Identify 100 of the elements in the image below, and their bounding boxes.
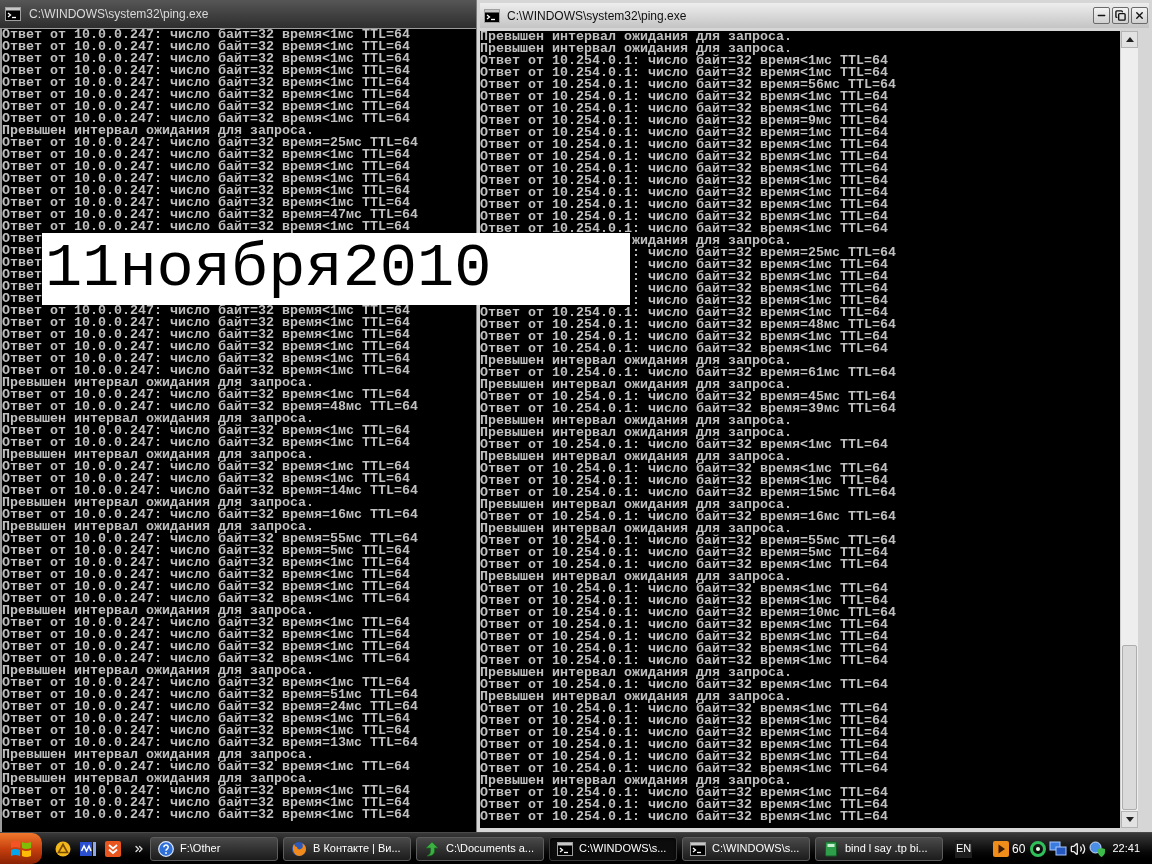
- help-icon: [158, 840, 174, 857]
- taskbar-button[interactable]: C:\WINDOWS\s...: [549, 836, 677, 861]
- console-line: Ответ от 10.254.0.1: число байт=32 время=16мс TTL=64: [480, 511, 896, 523]
- console-line: Ответ от 10.0.0.247: число байт=32 время<1мс TTL=64: [2, 305, 410, 317]
- console-line: Ответ от 10.254.0.1: число байт=32 время<1мс TTL=64: [480, 103, 888, 115]
- console-line: Превышен интервал ожидания для запроса.: [480, 355, 792, 367]
- console-line: Ответ от 10.0.0.247: число байт=32 время<1мс TTL=64: [2, 761, 410, 773]
- console-line: Ответ от 10.254.0.1: число байт=32 время<1мс TTL=64: [480, 139, 888, 151]
- console-line: Ответ от 10.254.0.1: число байт=32 время<1мс TTL=64: [480, 199, 888, 211]
- console-line: Превышен интервал ожидания для запроса.: [2, 449, 314, 461]
- console-line: Ответ от 10.254.0.1: число байт=32 время=61мс TTL=64: [480, 367, 896, 379]
- console-line: Ответ от 10.254.0.1: число байт=32 время=15мс TTL=64: [480, 487, 896, 499]
- console-line: Ответ от 10.254.0.1: число байт=32 время=39мс TTL=64: [480, 403, 896, 415]
- console-line: Ответ от 10.0.0.247: число байт=32 время<1мс TTL=64: [2, 629, 410, 641]
- console-line: Ответ от 10.254.0.1: число байт=32 время=5мс TTL=64: [480, 547, 888, 559]
- scrollbar[interactable]: [1120, 31, 1138, 828]
- console-line: Ответ от 10.254.0.1: число байт=32 время<1мс TTL=64: [480, 163, 888, 175]
- console-line: Ответ от 10.254.0.1: число байт=32 время<1мс TTL=64: [480, 559, 888, 571]
- console-line: Ответ от 10.254.0.1: число байт=32 время<1мс TTL=64: [480, 799, 888, 811]
- caret-up-icon: [1125, 37, 1134, 42]
- console-line: Превышен интервал ожидания для запроса.: [480, 31, 792, 43]
- console-line: Ответ от 10.0.0.247: число байт=32 время=5мс TTL=64: [2, 545, 410, 557]
- console-line: Ответ от 10.254.0.1: число байт=32 время<1мс TTL=64: [480, 331, 888, 343]
- console-line: Ответ от 10.254.0.1: число байт=32 время<1мс TTL=64: [480, 91, 888, 103]
- title-bar[interactable]: C:\WINDOWS\system32\ping.exe: [480, 3, 1149, 28]
- console-line: Ответ от 10.0.0.247: число байт=32 время<1мс TTL=64: [2, 221, 410, 233]
- console-line: Ответ от 10.0.0.247: число байт=32 время<1мс TTL=64: [2, 809, 410, 821]
- tray-reading: 60: [1012, 840, 1026, 858]
- console-line: Ответ от 10.254.0.1: число байт=32 время<1мс TTL=64: [480, 715, 888, 727]
- console-line: Ответ от 10.0.0.247: число байт=32 время=25мс TTL=64: [2, 137, 418, 149]
- console-line: Ответ от 10.254.0.1: число байт=32 время<1мс TTL=64: [480, 751, 888, 763]
- console-line: Ответ от 10.254.0.1: число байт=32 время<1мс TTL=64: [480, 787, 888, 799]
- monitors-icon[interactable]: [1049, 840, 1068, 857]
- scroll-down-button[interactable]: [1121, 811, 1138, 828]
- notebook-icon: [823, 840, 839, 857]
- start-button[interactable]: [0, 833, 42, 864]
- console-line: Ответ от 10.0.0.247: число байт=32 время<1мс TTL=64: [2, 593, 410, 605]
- console-line: Превышен интервал ожидания для запроса.: [480, 523, 792, 535]
- console-line: Ответ от 10.0.0.247: число байт=32 время<1мс TTL=64: [2, 113, 410, 125]
- console-line: Ответ от 10.0.0.247: число байт=32 время=13мс TTL=64: [2, 737, 418, 749]
- console-line: : число байт=32 время<1мс TTL=64: [631, 259, 888, 271]
- console-line: Ответ: [2, 293, 42, 305]
- console-line: Ответ: [2, 269, 42, 281]
- console-line: Ответ от 10.0.0.247: число байт=32 время<1мс TTL=64: [2, 569, 410, 581]
- console-line: : число байт=32 время<1мс TTL=64: [631, 295, 888, 307]
- zigzag-icon[interactable]: [80, 840, 96, 857]
- language-button[interactable]: EN: [955, 839, 973, 858]
- volume-icon[interactable]: [1070, 840, 1087, 857]
- taskbar-button[interactable]: В Контакте | Ви...: [283, 836, 411, 861]
- minimize-button[interactable]: [1093, 7, 1110, 24]
- ring-icon[interactable]: [1030, 840, 1047, 857]
- globe-icon: [291, 840, 307, 857]
- restore-button[interactable]: [1112, 7, 1129, 24]
- console-line: Превышен интервал ожидания для запроса.: [480, 667, 792, 679]
- console-line: Ответ от 10.0.0.247: число байт=32 время<1мс TTL=64: [2, 317, 410, 329]
- console-line: Ответ: [2, 233, 42, 245]
- taskbar-button[interactable]: C:\WINDOWS\s...: [682, 836, 810, 861]
- console-line: Ответ от 10.0.0.247: число байт=32 время<1мс TTL=64: [2, 101, 410, 113]
- scroll-up-button[interactable]: [1121, 31, 1138, 48]
- console-line: Ответ от 10.254.0.1: число байт=32 время<1мс TTL=64: [480, 763, 888, 775]
- console-line: Ответ от 10.0.0.247: число байт=32 время<1мс TTL=64: [2, 41, 410, 53]
- console-line: Ответ от 10.254.0.1: число байт=32 время<1мс TTL=64: [480, 439, 888, 451]
- taskbar-button[interactable]: C:\Documents a...: [416, 836, 544, 861]
- console-line: Ответ от 10.254.0.1: число байт=32 время<1мс TTL=64: [480, 463, 888, 475]
- title-bar[interactable]: C:\WINDOWS\system32\ping.exe: [0, 0, 476, 28]
- console-line: Превышен интервал ожидания для запроса.: [2, 749, 314, 761]
- console-line: Ответ от 10.0.0.247: число байт=32 время<1мс TTL=64: [2, 425, 410, 437]
- console-line: Превышен интервал ожидания для запроса.: [480, 571, 792, 583]
- console-line: Ответ от 10.254.0.1: число байт=32 время=56мс TTL=64: [480, 79, 896, 91]
- console-line: Ответ от 10.0.0.247: число байт=32 время<1мс TTL=64: [2, 785, 410, 797]
- console-line: жидания для запроса.: [631, 235, 792, 247]
- console-line: Ответ от 10.254.0.1: число байт=32 время<1мс TTL=64: [480, 643, 888, 655]
- globe-shield-icon[interactable]: [1089, 840, 1106, 857]
- triangle-circle-icon[interactable]: [55, 840, 71, 857]
- console-line: Ответ от 10.0.0.247: число байт=32 время<1мс TTL=64: [2, 89, 410, 101]
- play-icon[interactable]: [993, 840, 1010, 857]
- taskbar-button[interactable]: bind l say .tp bi...: [815, 836, 943, 861]
- console-line: Ответ от 10.254.0.1: число байт=32 время=9мс TTL=64: [480, 115, 888, 127]
- console-line: Ответ от 10.254.0.1: число байт=32 время<1мс TTL=64: [480, 727, 888, 739]
- console-line: Ответ от 10.254.0.1: число байт=32 время<1мс TTL=64: [480, 187, 888, 199]
- console-line: Ответ от 10.0.0.247: число байт=32 время<1мс TTL=64: [2, 77, 410, 89]
- console-line: Превышен интервал ожидания для запроса.: [480, 415, 792, 427]
- close-button[interactable]: [1131, 7, 1148, 24]
- console-line: Превышен интервал ожидания для запроса.: [2, 521, 314, 533]
- console-line: Ответ от 10.0.0.247: число байт=32 время<1мс TTL=64: [2, 677, 410, 689]
- console-line: Ответ от 10.0.0.247: число байт=32 время<1мс TTL=64: [2, 149, 410, 161]
- console-line: Превышен интервал ожидания для запроса.: [2, 377, 314, 389]
- console-line: Превышен интервал ожидания для запроса.: [2, 665, 314, 677]
- console-line: Ответ от 10.0.0.247: число байт=32 время<1мс TTL=64: [2, 65, 410, 77]
- taskbar-button[interactable]: F:\Other: [150, 836, 278, 861]
- scrollbar-thumb[interactable]: [1122, 645, 1137, 810]
- console-line: Ответ: [2, 281, 42, 293]
- console-line: Ответ от 10.254.0.1: число байт=32 время<1мс TTL=64: [480, 739, 888, 751]
- console-line: Ответ от 10.0.0.247: число байт=32 время=48мс TTL=64: [2, 401, 418, 413]
- console-line: Ответ от 10.0.0.247: число байт=32 время<1мс TTL=64: [2, 185, 410, 197]
- double-chevron-down-icon[interactable]: [105, 840, 121, 857]
- console-line: Ответ от 10.254.0.1: число байт=32 время<1мс TTL=64: [480, 595, 888, 607]
- console-line: Ответ от 10.254.0.1: число байт=32 время<1мс TTL=64: [480, 151, 888, 163]
- console-line: Ответ от 10.0.0.247: число байт=32 время<1мс TTL=64: [2, 557, 410, 569]
- console-line: Ответ от 10.0.0.247: число байт=32 время<1мс TTL=64: [2, 437, 410, 449]
